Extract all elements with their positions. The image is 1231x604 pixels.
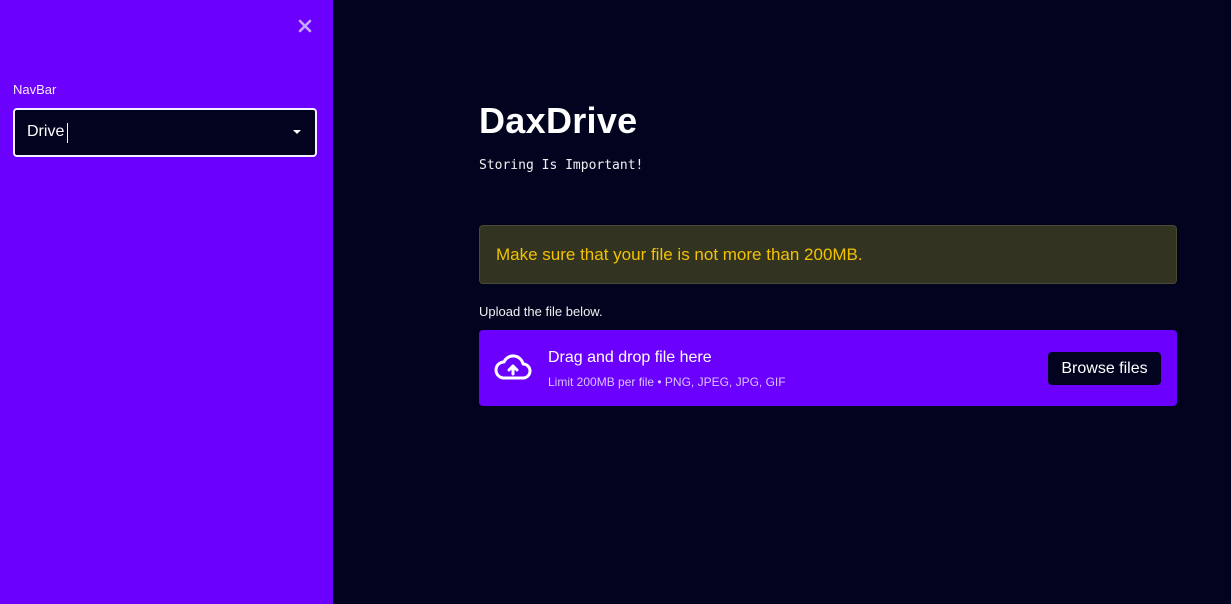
file-dropzone[interactable]: Drag and drop file here Limit 200MB per … [479,330,1177,406]
app-root: NavBar Drive DaxDrive Storing Is Importa… [0,0,1231,604]
cloud-upload-icon [494,354,532,380]
upload-label: Upload the file below. [479,304,603,319]
navbar-select[interactable]: Drive [13,108,317,157]
warning-text: Make sure that your file is not more tha… [496,245,863,264]
chevron-down-icon[interactable] [293,130,301,134]
browse-files-button[interactable]: Browse files [1048,352,1161,385]
page-subtitle: Storing Is Important! [479,158,644,173]
navbar-label: NavBar [13,82,57,97]
dropzone-title: Drag and drop file here [548,349,712,366]
close-icon [298,19,312,33]
main-content: DaxDrive Storing Is Important! Make sure… [333,0,1231,604]
text-caret [67,123,68,143]
warning-alert: Make sure that your file is not more tha… [479,225,1177,284]
dropzone-limit-text: Limit 200MB per file • PNG, JPEG, JPG, G… [548,375,786,389]
navbar-select-value: Drive [27,123,65,140]
sidebar: NavBar Drive [0,0,333,604]
page-title: DaxDrive [479,100,638,141]
close-sidebar-button[interactable] [293,14,317,38]
